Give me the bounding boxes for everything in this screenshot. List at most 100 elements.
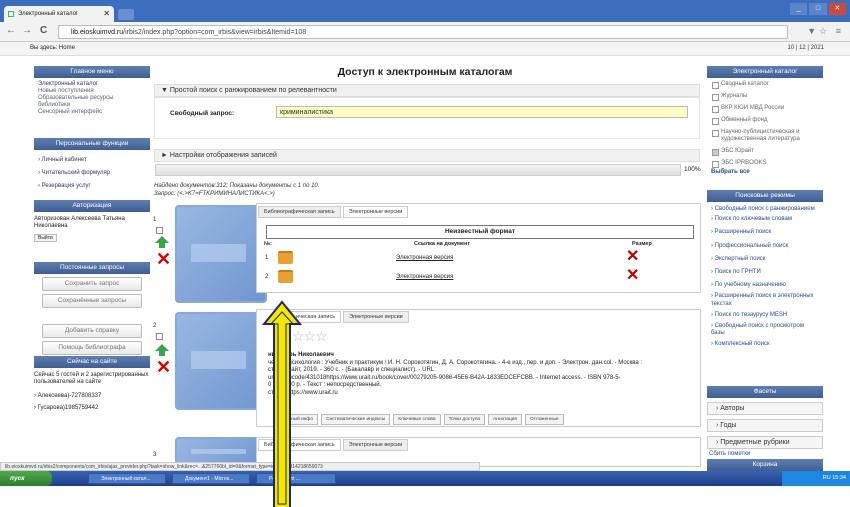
record-checkbox[interactable] [156,333,163,340]
search-mode-link[interactable]: › По учебному назначению [711,282,819,289]
menu-item-form[interactable]: › Читательский формуляр [38,167,146,180]
forward-icon[interactable]: → [22,25,32,36]
taskbar-chrome[interactable]: Электронный катал... [88,473,166,484]
save-query-button[interactable]: Сохранить запрос [42,277,142,291]
facet-years[interactable]: › Годы [707,419,823,432]
tab-electronic[interactable]: Электронные версии [343,311,409,323]
facets-title: Фасеты [707,386,823,398]
delete-x-icon[interactable]: ✕ [156,358,171,376]
browser-tools-icon[interactable]: ▼☆ ≡ [807,26,844,37]
url-bar[interactable]: lib.eioskuimvd.ru/irbis2/index.php?optio… [58,25,788,39]
catalog-option[interactable]: Научно-публицистическая и художественная… [711,129,819,143]
catalog-option[interactable]: Обменный фонд [711,117,819,125]
electronic-version-link[interactable]: Электронная версия [396,274,453,280]
simple-search-toggle[interactable]: ▼ Простой поиск с ранжированием по релев… [154,84,700,97]
new-tab-button[interactable] [118,9,134,20]
tab-biblio[interactable]: Библиографическая запись [258,206,341,218]
personal-menu: Персональные функции › Личный кабинет › … [34,138,150,197]
indexes-button[interactable]: Систематические индексы [321,414,391,425]
auth-text: Авторизован Алексеева Татьяна Николаевна [34,216,125,229]
close-window-button[interactable]: ✕ [828,3,846,15]
folder-icon [278,270,293,283]
catalog-option[interactable]: ЭБС IPRBOOKS [711,160,819,168]
facet-authors[interactable]: › Авторы [707,402,823,415]
facets-title-wrap: Фасеты [707,386,823,398]
search-mode-link[interactable]: › Расширенный поиск в электронных текста… [711,293,819,307]
logout-button[interactable]: Выйти [34,234,57,242]
reload-icon[interactable]: C [40,25,47,36]
reset-marks-link[interactable]: Сбить пометки [709,451,750,457]
green-up-icon[interactable] [155,344,169,356]
system-tray: RU 15:34 [782,471,850,486]
add-reference-button[interactable]: Добавить справку [42,324,142,338]
display-settings-toggle[interactable]: ► Настройки отображения записей [154,149,700,162]
menu-item-resources[interactable]: Образовательные ресурсы библиотеки [38,95,146,109]
book-cover-image [175,205,267,303]
keywords-button[interactable]: Ключевые слова [393,414,441,425]
search-mode-link[interactable]: › Поиск по ГРНТИ [711,269,819,276]
folder-icon [278,251,293,264]
column-link: Ссылка на документ [414,241,471,247]
menu-item-reserve[interactable]: › Резервация услуг [38,180,146,193]
search-mode-link[interactable]: › Свободный поиск с ранжированием [711,206,819,213]
access-points-button[interactable]: Точки доступа [443,414,486,425]
breadcrumb: Вы здесь: Home [30,45,75,51]
maximize-button[interactable]: □ [809,3,827,15]
facet-subjects[interactable]: › Предметные рубрики [707,436,823,449]
tab-electronic[interactable]: Электронные версии [342,439,409,451]
search-mode-link[interactable]: › Поиск по ключевым словам [711,216,819,223]
librarian-help-button[interactable]: Помощь библиографа [42,341,142,355]
start-button[interactable]: пуск [0,471,52,486]
menu-item-cabinet[interactable]: › Личный кабинет [38,154,146,167]
catalog-option[interactable]: ЭБС Юрайт [711,148,819,156]
basket-block: Корзина [707,459,823,471]
url-host: lib.eioskuimvd.ru [71,29,124,36]
minimize-button[interactable]: _ [790,3,808,15]
annotation-button[interactable]: Аннотация [488,414,523,425]
query-expression: Запрос: (<.>K7=FTKРИМИНАЛИСТИКА<.>) [154,191,275,197]
catalog-option[interactable]: ВКР КЮИ МВД России [711,105,819,113]
column-size: Размер [632,241,652,247]
search-mode-link[interactable]: › Поиск по тезаурусу MESH [711,312,819,319]
catalog-menu: Электронный каталог Сводный каталог Журн… [707,66,823,176]
online-user[interactable]: › Гусарова)1985759442 [34,402,150,414]
search-mode-link[interactable]: › Свободный поиск с просмотром базы [711,323,819,337]
column-no: №: [264,241,272,247]
browser-tab[interactable]: Электронный каталог ✕ [4,6,114,22]
search-mode-link[interactable]: › Экспертный поиск [711,256,819,263]
electronic-version-link[interactable]: Электронная версия [396,255,453,261]
menu-item-new[interactable]: Новые поступления [38,88,146,95]
tab-close-icon[interactable]: ✕ [103,6,110,22]
taskbar-word[interactable]: Документ1 - Micros... [172,473,250,484]
breadcrumb-bar [0,42,850,56]
remove-x-icon[interactable]: ✕ [626,249,639,265]
menu-item-catalog[interactable]: Электронный каталог [38,81,146,88]
tab-title: Электронный каталог [18,11,79,17]
progress-bar [155,164,681,176]
row-number: 2 [265,274,269,280]
deferred-button[interactable]: Отложенные [525,414,564,425]
search-mode-link[interactable]: › Профессиональный поиск [711,243,819,250]
format-header: Неизвестный формат [266,225,694,239]
query-input[interactable]: криминалистика [276,106,688,118]
select-all-link[interactable]: Выбрать все [711,169,819,176]
green-up-icon[interactable] [155,236,169,248]
menu-item-sensor[interactable]: Сенсорный интерфейс [38,109,146,116]
tab-electronic[interactable]: Электронные версии [342,206,409,218]
date-display: 10 | 12 | 2021 [787,45,824,51]
catalog-option[interactable]: Журналы [711,93,819,101]
online-user[interactable]: › Алексеева)-727808337 [34,390,150,402]
modes-title: Поисковые режимы [707,190,823,202]
delete-x-icon[interactable]: ✕ [156,250,171,268]
yellow-arrow-annotation [262,300,302,507]
catalog-option[interactable]: Сводный каталог [711,81,819,89]
record-checkbox[interactable] [156,227,163,234]
search-mode-link[interactable]: › Расширенный поиск [711,229,819,236]
back-icon[interactable]: ← [6,25,16,36]
page-title: Доступ к электронным каталогам [337,66,513,78]
results-summary: Найдено документов:312; Показаны докумен… [154,182,319,198]
search-mode-link[interactable]: › Комплексный поиск [711,341,819,348]
saved-queries-button[interactable]: Сохранённые запросы [42,294,142,308]
record-number: 1 [153,217,157,223]
remove-x-icon[interactable]: ✕ [626,268,639,284]
